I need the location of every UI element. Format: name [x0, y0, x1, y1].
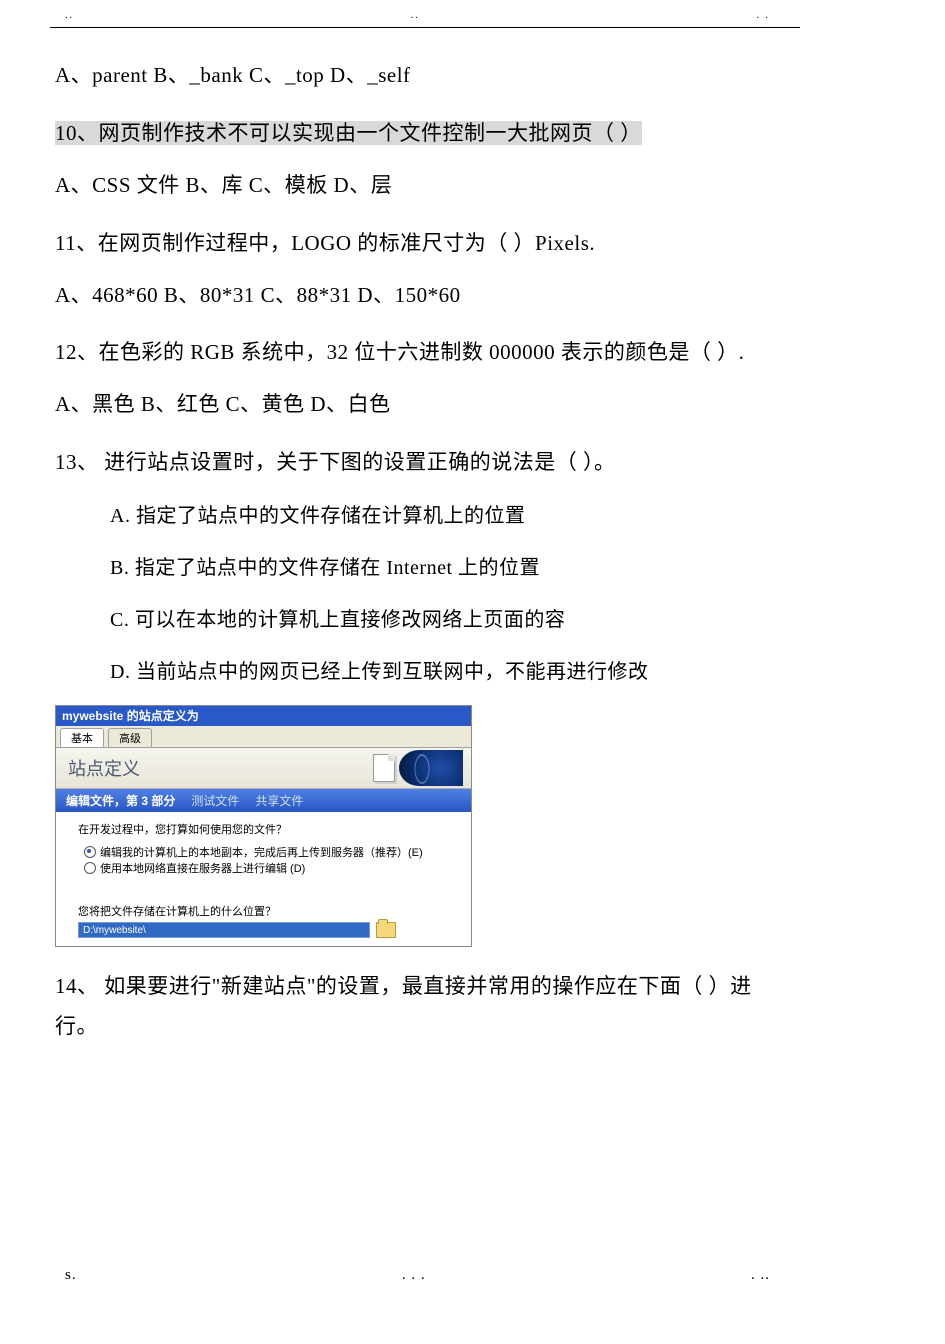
footer-mid: . . .	[402, 1267, 426, 1284]
header-dots: .. .. . .	[55, 10, 780, 21]
dot: . .	[757, 10, 771, 21]
q13: 13、 进行站点设置时，关于下图的设置正确的说法是（ ）。	[55, 443, 780, 483]
q13-B: B. 指定了站点中的文件存储在 Internet 上的位置	[110, 549, 780, 587]
q13-C: C. 可以在本地的计算机上直接修改网络上页面的容	[110, 601, 780, 639]
q13-A: A. 指定了站点中的文件存储在计算机上的位置	[110, 497, 780, 535]
folder-browse-icon[interactable]	[376, 922, 396, 938]
q10: 10、网页制作技术不可以实现由一个文件控制一大批网页（ ）	[55, 114, 780, 154]
page: .. .. . . A、parent B、_bank C、_top D、_sel…	[0, 0, 835, 1344]
radio-option-1[interactable]: 编辑我的计算机上的本地副本，完成后再上传到服务器（推荐）(E)	[84, 845, 457, 862]
dot: ..	[65, 10, 74, 21]
dialog-header-label: 站点定义	[68, 755, 140, 781]
subhead-share-files[interactable]: 共享文件	[255, 792, 303, 809]
q14: 14、 如果要进行"新建站点"的设置，最直接并常用的操作应在下面（ ）进行。	[55, 967, 780, 1047]
q13-D: D. 当前站点中的网页已经上传到互联网中，不能再进行修改	[110, 653, 780, 691]
radio-option-2[interactable]: 使用本地网络直接在服务器上进行编辑 (D)	[84, 861, 457, 878]
footer-left: s.	[65, 1267, 77, 1284]
radio-label-2: 使用本地网络直接在服务器上进行编辑 (D)	[100, 861, 305, 878]
q11: 11、在网页制作过程中，LOGO 的标准尺寸为（ ）Pixels.	[55, 224, 780, 264]
q12-options: A、黑色 B、红色 C、黄色 D、白色	[55, 385, 780, 425]
q11-options: A、468*60 B、80*31 C、88*31 D、150*60	[55, 276, 780, 316]
dot: ..	[411, 10, 420, 21]
q9-options: A、parent B、_bank C、_top D、_self	[55, 56, 780, 96]
dialog-tabs: 基本 高级	[56, 726, 471, 748]
site-definition-dialog: mywebsite 的站点定义为 基本 高级 站点定义 编辑文件，第 3 部分 …	[55, 705, 472, 947]
dialog-question-2: 您将把文件存储在计算机上的什么位置？	[78, 904, 457, 921]
dialog-subhead: 编辑文件，第 3 部分 测试文件 共享文件	[56, 789, 471, 812]
q10-options: A、CSS 文件 B、库 C、模板 D、层	[55, 166, 780, 206]
q10-text: 10、网页制作技术不可以实现由一个文件控制一大批网页（ ）	[55, 121, 642, 145]
dialog-title-bar: mywebsite 的站点定义为	[56, 706, 471, 726]
tab-basic[interactable]: 基本	[60, 728, 104, 747]
footer-right: . ..	[751, 1267, 770, 1284]
path-input[interactable]: D:\mywebsite\	[78, 922, 370, 938]
q12: 12、在色彩的 RGB 系统中，32 位十六进制数 000000 表示的颜色是（…	[55, 333, 780, 373]
radio-label-1: 编辑我的计算机上的本地副本，完成后再上传到服务器（推荐）(E)	[100, 845, 423, 862]
dialog-header: 站点定义	[56, 748, 471, 789]
page-icon	[373, 754, 395, 782]
top-rule	[50, 27, 800, 28]
globe-icon	[399, 750, 463, 786]
dialog-question-1: 在开发过程中，您打算如何使用您的文件？	[78, 822, 457, 839]
subhead-main: 编辑文件，第 3 部分	[66, 792, 175, 809]
path-row: D:\mywebsite\	[78, 922, 457, 938]
subhead-test-files[interactable]: 测试文件	[191, 792, 239, 809]
dialog-header-icons	[373, 750, 463, 786]
radio-icon[interactable]	[84, 846, 96, 858]
page-footer: s. . . . . ..	[55, 1267, 780, 1284]
radio-icon[interactable]	[84, 862, 96, 874]
dialog-body: 在开发过程中，您打算如何使用您的文件？ 编辑我的计算机上的本地副本，完成后再上传…	[56, 812, 471, 946]
tab-advanced[interactable]: 高级	[108, 728, 152, 747]
